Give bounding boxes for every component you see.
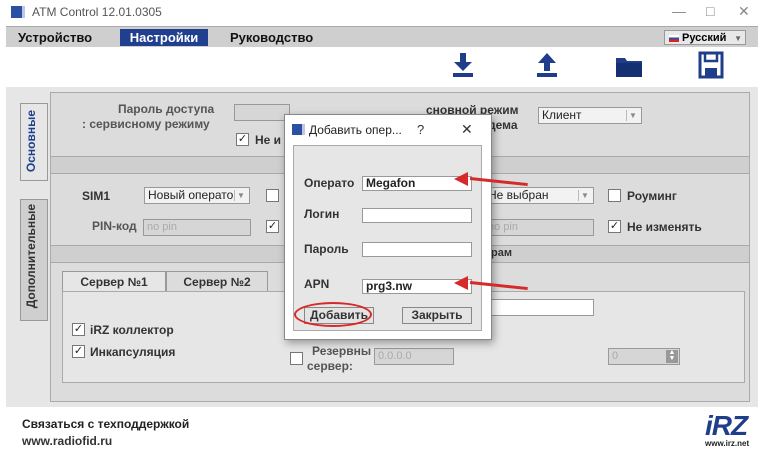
toolbar: [6, 47, 758, 87]
download-icon[interactable]: [448, 50, 478, 80]
menu-device[interactable]: Устройство: [10, 29, 100, 46]
tab-basic-label: Основные: [24, 110, 38, 173]
service-password-input[interactable]: [234, 104, 290, 121]
menu-bar: Устройство Настройки Руководство Русский…: [6, 26, 758, 48]
password-input[interactable]: [362, 242, 472, 257]
close-dialog-button[interactable]: Закрыть: [402, 307, 472, 324]
maximize-button[interactable]: □: [706, 3, 714, 19]
pin-checkbox[interactable]: ✓: [266, 220, 279, 233]
app-icon: [11, 6, 25, 18]
irz-collector-label: iRZ коллектор: [90, 323, 174, 337]
backup-server-label-line2: сервер:: [307, 359, 353, 373]
dialog-help-button[interactable]: ?: [417, 122, 424, 137]
operator2-value: Не выбран: [488, 188, 549, 202]
irz-logo: iRZ www.irz.net: [705, 412, 755, 448]
support-link[interactable]: Связаться с техподдержкой: [22, 417, 189, 431]
pin-input[interactable]: no pin: [143, 219, 251, 236]
password-label-line1: Пароль доступа: [118, 102, 215, 116]
folder-icon[interactable]: [614, 50, 644, 80]
servers-bar-label: рам: [491, 247, 512, 259]
menu-manual[interactable]: Руководство: [222, 29, 321, 46]
minimize-button[interactable]: —: [672, 3, 686, 19]
save-icon[interactable]: [696, 50, 726, 80]
title-bar: ATM Control 12.01.0305 — □ ✕: [0, 0, 765, 24]
chevron-down-icon: ▼: [234, 190, 247, 201]
mode-value: Клиент: [542, 108, 582, 122]
password-label-line2: : сервисному режиму: [82, 117, 210, 131]
irz-logo-site: www.irz.net: [705, 439, 750, 448]
dialog-app-icon: [292, 124, 305, 135]
operator-label: Операто: [304, 176, 355, 190]
roaming-checkbox[interactable]: [608, 189, 621, 202]
mode-select[interactable]: Клиент ▼: [538, 107, 642, 124]
annotation-arrow-icon: [454, 172, 468, 186]
tab-advanced-label: Дополнительные: [24, 204, 38, 309]
sim-checkbox[interactable]: [266, 189, 279, 202]
language-arrow-icon: ▼: [734, 34, 742, 43]
russia-flag-icon: [669, 34, 679, 42]
password-label: Пароль: [304, 242, 349, 256]
close-button[interactable]: ✕: [738, 3, 750, 20]
language-select[interactable]: Русский ▼: [664, 30, 746, 45]
apn-label: APN: [304, 277, 330, 291]
site-link[interactable]: www.radiofid.ru: [22, 434, 112, 448]
irz-collector-checkbox[interactable]: ✓: [72, 323, 85, 336]
pin-label: PIN-код: [92, 219, 137, 233]
port-value: 0: [612, 350, 619, 362]
tab-server-1[interactable]: Сервер №1: [62, 271, 166, 291]
backup-server-label-line1: Резервны: [312, 344, 372, 358]
operator-select[interactable]: Новый операто ▼: [144, 187, 250, 204]
login-label: Логин: [304, 207, 340, 221]
tab-server-2[interactable]: Сервер №2: [166, 271, 268, 291]
mode-label-line2: дема: [488, 118, 518, 132]
no-change-checkbox[interactable]: ✓: [236, 133, 249, 146]
login-input[interactable]: [362, 208, 472, 223]
server-address-input[interactable]: [484, 299, 594, 316]
do-not-change-checkbox[interactable]: ✓: [608, 220, 621, 233]
menu-settings[interactable]: Настройки: [120, 29, 208, 46]
window-title: ATM Control 12.01.0305: [32, 5, 162, 19]
dialog-close-icon[interactable]: ✕: [461, 121, 473, 138]
do-not-change-label: Не изменять: [627, 220, 702, 234]
encapsulation-label: Инкапсуляция: [90, 345, 176, 359]
backup-ip-input[interactable]: 0.0.0.0: [374, 348, 454, 365]
spinner-icon[interactable]: ▲ ▼: [666, 349, 678, 363]
language-label: Русский: [682, 32, 727, 44]
dialog-title: Добавить опер...: [309, 123, 402, 137]
operator-select-value: Новый операто: [148, 188, 234, 202]
backup-server-checkbox[interactable]: [290, 352, 303, 365]
upload-icon[interactable]: [532, 50, 562, 80]
pin2-input[interactable]: no pin: [484, 219, 594, 236]
encapsulation-checkbox[interactable]: ✓: [72, 345, 85, 358]
irz-logo-text: iRZ: [705, 410, 748, 441]
roaming-label: Роуминг: [627, 189, 677, 203]
chevron-down-icon: ▼: [578, 190, 591, 201]
annotation-circle: [294, 302, 372, 327]
tab-basic[interactable]: Основные: [20, 103, 48, 181]
operator2-select[interactable]: Не выбран ▼: [484, 187, 594, 204]
annotation-arrow-icon: [454, 276, 468, 290]
tab-advanced[interactable]: Дополнительные: [20, 199, 48, 321]
chevron-down-icon: ▼: [626, 110, 639, 121]
sim-label: SIM1: [82, 189, 111, 203]
port-input[interactable]: 0 ▲ ▼: [608, 348, 680, 365]
no-change-label: Не и: [255, 133, 282, 147]
